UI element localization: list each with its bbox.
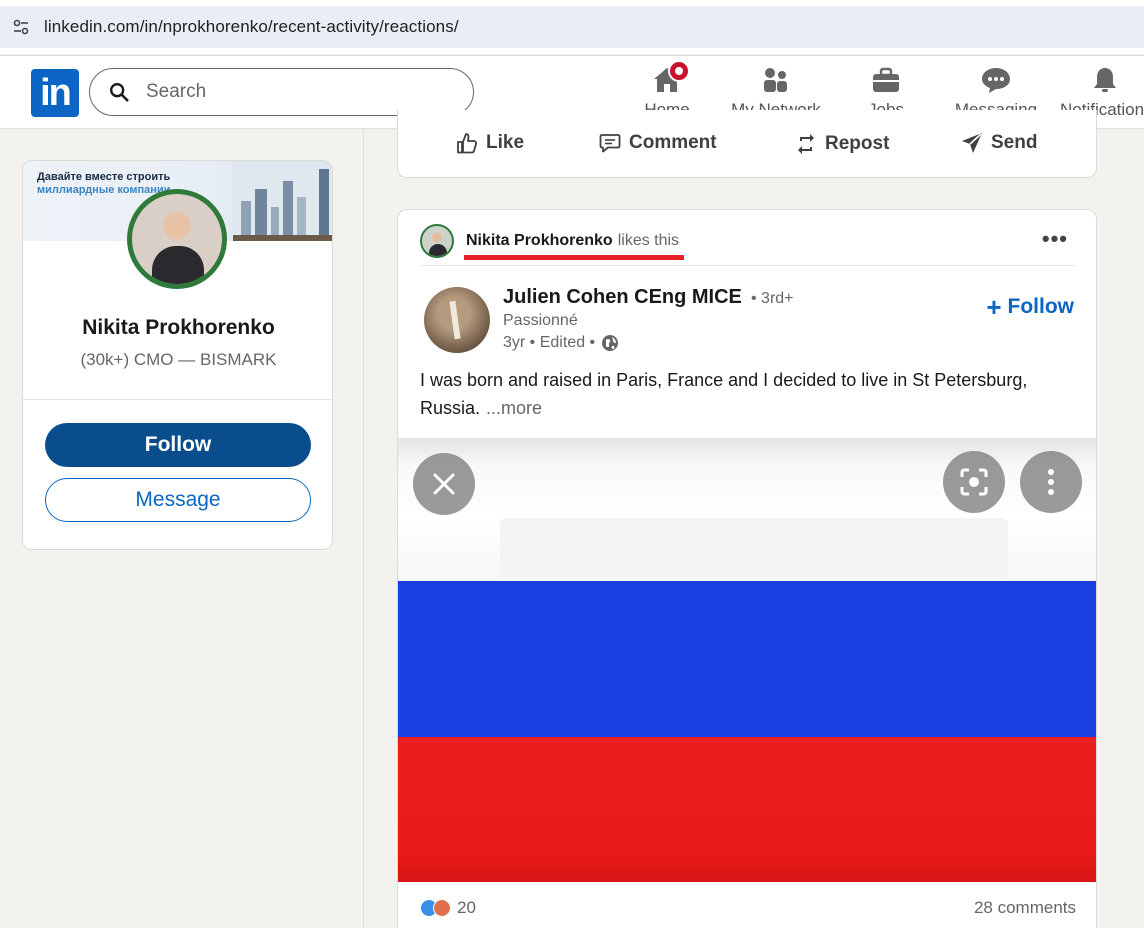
repost-button[interactable]: Repost (795, 132, 889, 156)
author-headline: Passionné (503, 312, 578, 329)
city-skyline-illustration (233, 161, 332, 241)
comment-label: Comment (629, 132, 717, 153)
reaction-icons (420, 899, 451, 917)
url-text: linkedin.com/in/nprokhorenko/recent-acti… (44, 17, 459, 36)
divider (420, 265, 1076, 266)
profile-name[interactable]: Nikita Prokhorenko (23, 316, 332, 340)
flag-red-stripe (398, 737, 1096, 882)
send-icon (962, 133, 982, 153)
flag-blue-stripe (398, 581, 1096, 737)
search-box[interactable] (89, 68, 474, 116)
profile-card: Давайте вместе строить миллиардные компа… (22, 160, 333, 550)
globe-icon (602, 335, 619, 351)
browser-address-bar: linkedin.com/in/nprokhorenko/recent-acti… (0, 0, 1144, 54)
reaction-count: 20 (457, 898, 476, 917)
profile-message-button[interactable]: Message (45, 478, 311, 522)
url-field[interactable]: linkedin.com/in/nprokhorenko/recent-acti… (0, 6, 1144, 48)
more-options-icon[interactable]: ••• (1042, 226, 1068, 252)
author-avatar[interactable] (424, 287, 490, 353)
feed-post: Nikita Prokhorenko likes this ••• Julien… (397, 209, 1097, 928)
comments-count[interactable]: 28 comments (974, 898, 1076, 918)
like-icon (457, 133, 478, 154)
post-body: I was born and raised in Paris, France a… (420, 366, 1080, 422)
post-timestamp: 3yr • Edited • (503, 334, 596, 351)
linkedin-logo[interactable]: in (31, 69, 79, 117)
lens-icon (943, 451, 1005, 513)
banner-text-line2: миллиардные компании (37, 184, 171, 196)
briefcase-icon (869, 64, 903, 96)
previous-post-card: Like Comment Repost Send (397, 110, 1097, 178)
see-more-link[interactable]: ...more (486, 398, 542, 418)
divider (23, 399, 332, 400)
close-icon (413, 453, 475, 515)
send-button[interactable]: Send (961, 132, 1037, 154)
highlight-underline (464, 255, 684, 260)
messaging-icon (979, 64, 1013, 96)
search-input[interactable] (146, 81, 446, 103)
kebab-menu-icon (1020, 451, 1082, 513)
like-button[interactable]: Like (456, 132, 524, 154)
banner-text-line1: Давайте вместе строить (37, 171, 171, 183)
connection-degree: • 3rd+ (751, 290, 794, 307)
profile-headline: (30k+) CMO — BISMARK (80, 350, 277, 369)
profile-avatar[interactable] (127, 189, 227, 289)
post-meta: 3yr • Edited • (503, 334, 619, 352)
follow-label: Follow (1007, 295, 1075, 318)
author-name[interactable]: Julien Cohen CEng MICE (503, 286, 742, 309)
home-icon (650, 60, 690, 96)
column-divider (363, 129, 364, 928)
liker-avatar[interactable] (420, 224, 454, 258)
like-label: Like (486, 132, 525, 153)
repost-icon (798, 134, 814, 154)
site-settings-icon[interactable] (10, 16, 32, 38)
liker-action: likes this (617, 232, 680, 249)
search-icon (110, 83, 129, 102)
social-context: Nikita Prokhorenko likes this (420, 224, 679, 258)
plus-icon: + (986, 292, 1002, 322)
repost-label: Repost (825, 133, 890, 154)
profile-follow-button[interactable]: Follow (45, 423, 311, 467)
author-follow-button[interactable]: + Follow (986, 294, 1074, 320)
notification-badge (668, 60, 690, 82)
celebrate-reaction-icon (433, 899, 451, 917)
network-icon (759, 64, 793, 96)
comment-icon (599, 134, 621, 153)
reactions-summary[interactable]: 20 (420, 898, 476, 918)
bell-icon (1088, 64, 1122, 96)
post-social-counts: 20 28 comments (420, 896, 1076, 920)
comment-button[interactable]: Comment (599, 132, 717, 154)
liker-name[interactable]: Nikita Prokhorenko (466, 232, 613, 250)
post-image[interactable] (398, 438, 1096, 882)
send-label: Send (991, 132, 1038, 153)
